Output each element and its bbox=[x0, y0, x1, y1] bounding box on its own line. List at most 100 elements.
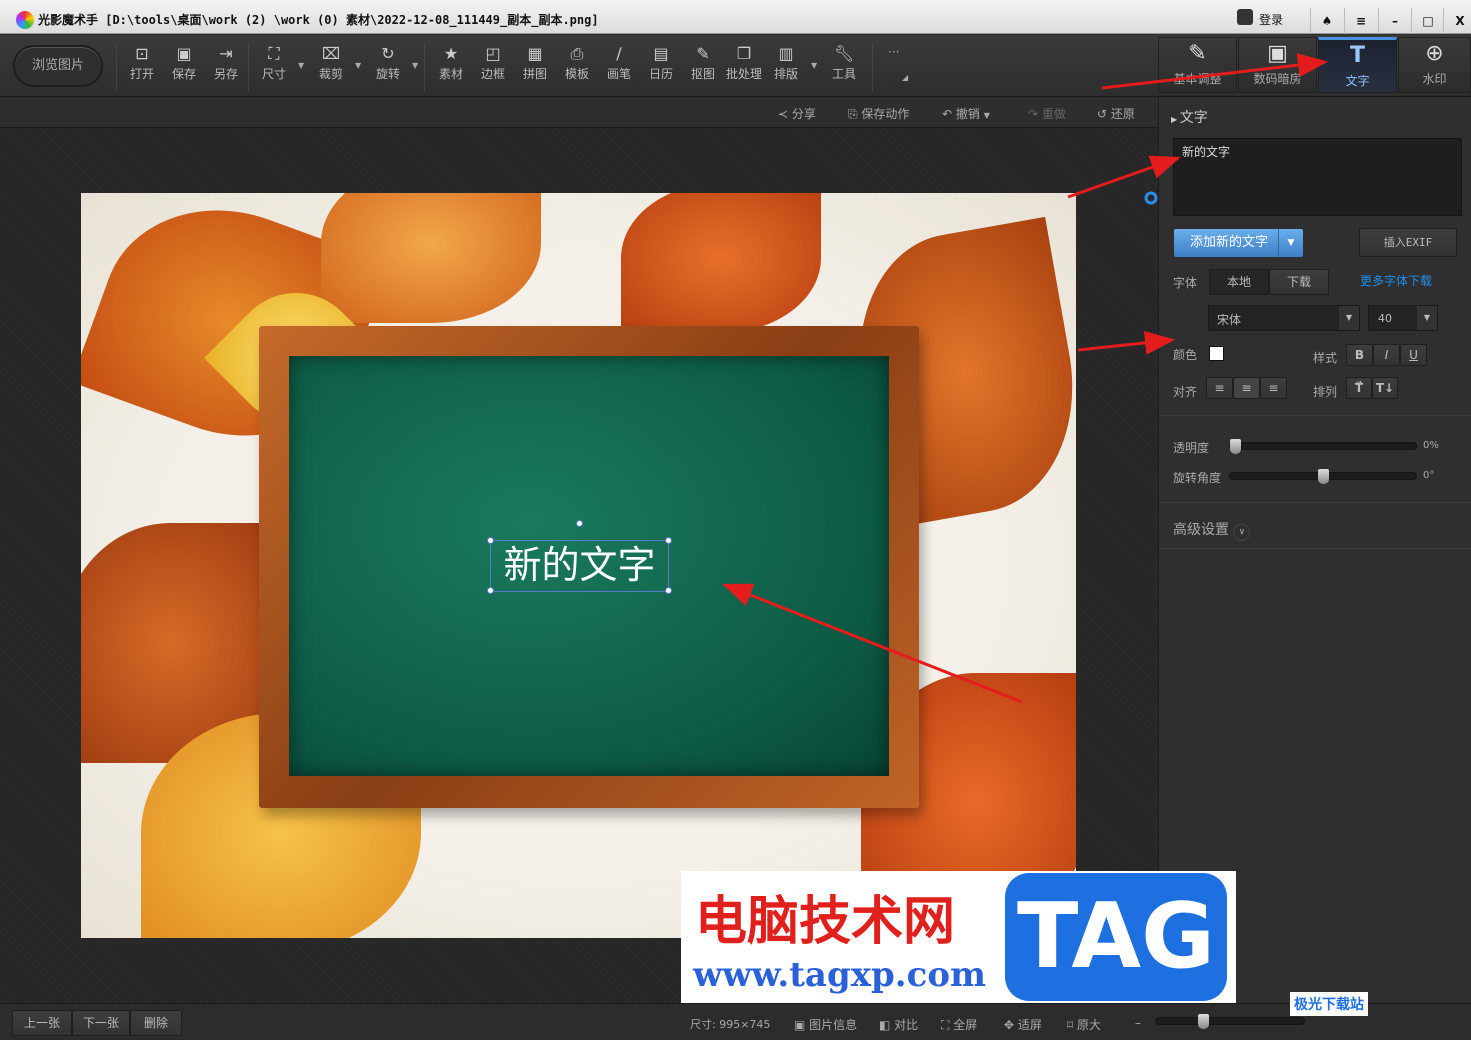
align-left-icon[interactable]: ≡ bbox=[1206, 377, 1233, 399]
border-button[interactable]: ◰ 边框 bbox=[473, 43, 513, 82]
tab-basic-adjust[interactable]: ✎ 基本调整 bbox=[1158, 37, 1237, 93]
crop-dropdown-icon[interactable]: ▼ bbox=[355, 61, 361, 70]
add-text-dropdown-icon[interactable]: ▼ bbox=[1278, 229, 1303, 257]
tools-button[interactable]: 🔧︎ 工具 bbox=[824, 43, 864, 82]
local-fonts-tab[interactable]: 本地 bbox=[1209, 269, 1269, 295]
open-button[interactable]: ⊡ 打开 bbox=[122, 43, 162, 82]
slider-thumb[interactable] bbox=[1230, 439, 1241, 454]
brush-button[interactable]: ∕ 画笔 bbox=[599, 43, 639, 82]
minimize-button[interactable]: – bbox=[1378, 8, 1411, 34]
layout-dropdown-icon[interactable]: ▼ bbox=[811, 61, 817, 70]
label: 批处理 bbox=[725, 67, 762, 81]
label: 适屏 bbox=[1017, 1018, 1042, 1032]
italic-button[interactable]: I bbox=[1373, 344, 1400, 366]
compare-button[interactable]: ◧ 对比 bbox=[879, 1016, 918, 1033]
maximize-button[interactable]: □ bbox=[1411, 8, 1444, 34]
arrange-label: 排列 bbox=[1313, 385, 1338, 399]
skin-icon[interactable]: ♠ bbox=[1310, 8, 1343, 34]
label: 打开 bbox=[129, 67, 154, 81]
rotate-dropdown-icon[interactable]: ▼ bbox=[412, 61, 418, 70]
label: 抠图 bbox=[690, 67, 715, 81]
label: 图片信息 bbox=[809, 1018, 858, 1032]
resize-icon: ⛶ bbox=[268, 44, 280, 63]
expand-icon[interactable]: ◢ bbox=[902, 73, 908, 82]
label: 40 bbox=[1378, 312, 1392, 325]
section-header[interactable]: ▶ 文字 bbox=[1171, 107, 1208, 127]
calendar-icon: ▤ bbox=[653, 44, 669, 63]
text-overlay[interactable]: 新的文字 bbox=[490, 540, 669, 592]
save-button[interactable]: ▣ 保存 bbox=[164, 43, 204, 82]
image-info-button[interactable]: ▣ 图片信息 bbox=[794, 1016, 857, 1033]
collage-button[interactable]: ▦ 拼图 bbox=[515, 43, 555, 82]
zoom-out-icon[interactable]: – bbox=[1135, 1016, 1141, 1030]
menu-icon[interactable]: ≡ bbox=[1344, 8, 1377, 34]
size-select[interactable]: 40 ▼ bbox=[1368, 305, 1438, 331]
image-size: 尺寸: 995×745 bbox=[690, 1018, 771, 1031]
vertical-text-icon[interactable]: T↓ bbox=[1372, 377, 1398, 399]
material-button[interactable]: ★ 素材 bbox=[431, 43, 471, 82]
label: 宋体 bbox=[1217, 313, 1242, 327]
text-input[interactable]: 新的文字 bbox=[1173, 138, 1462, 216]
close-button[interactable]: X bbox=[1443, 8, 1471, 34]
horizontal-text-icon[interactable]: T⃗ bbox=[1346, 377, 1372, 399]
rotate-icon: ↻ bbox=[381, 44, 395, 63]
tab-watermark[interactable]: ⊕ 水印 bbox=[1398, 37, 1471, 93]
more-fonts-link[interactable]: 更多字体下载 bbox=[1360, 272, 1432, 289]
download-fonts-tab[interactable]: 下载 bbox=[1269, 269, 1329, 295]
opacity-slider[interactable] bbox=[1229, 439, 1417, 454]
tab-darkroom[interactable]: ▣ 数码暗房 bbox=[1238, 37, 1317, 93]
restore-button[interactable]: ↺ 还原 bbox=[1097, 105, 1135, 122]
undo-button[interactable]: ↶ 撤销 ▼ bbox=[942, 105, 990, 122]
slider-thumb[interactable] bbox=[1318, 469, 1329, 484]
wrench-icon: 🔧︎ bbox=[833, 44, 855, 63]
template-button[interactable]: ⎙ 模板 bbox=[557, 43, 597, 82]
label: 高级设置 bbox=[1173, 522, 1229, 538]
resize-button[interactable]: ⛶ 尺寸 bbox=[254, 43, 294, 82]
login-link[interactable]: 登录 bbox=[1259, 11, 1283, 28]
zoom-slider[interactable] bbox=[1155, 1014, 1305, 1029]
layout-button[interactable]: ▥ 排版 bbox=[766, 43, 806, 82]
font-select[interactable]: 宋体 ▼ bbox=[1208, 305, 1360, 331]
next-button[interactable]: 下一张 bbox=[72, 1010, 130, 1036]
original-size-button[interactable]: ⌑ 原大 bbox=[1067, 1016, 1101, 1033]
browse-images-button[interactable]: 浏览图片 bbox=[13, 45, 103, 87]
bold-button[interactable]: B bbox=[1346, 344, 1373, 366]
status-bar: 上一张 下一张 删除 尺寸: 995×745 ▣ 图片信息 ◧ 对比 ⛶ 全屏 … bbox=[0, 992, 1471, 1040]
original-icon: ⌑ bbox=[1067, 1018, 1077, 1032]
color-swatch[interactable] bbox=[1209, 346, 1224, 361]
restore-icon: ↺ bbox=[1097, 107, 1111, 121]
fit-screen-button[interactable]: ✥ 适屏 bbox=[1004, 1016, 1042, 1033]
label: 日历 bbox=[648, 67, 673, 81]
insert-exif-button[interactable]: 插入EXIF bbox=[1359, 228, 1457, 257]
rotate-handle[interactable] bbox=[576, 520, 583, 527]
calendar-button[interactable]: ▤ 日历 bbox=[641, 43, 681, 82]
delete-button[interactable]: 删除 bbox=[130, 1010, 182, 1036]
save-action-button[interactable]: ⎘ 保存动作 bbox=[848, 105, 909, 122]
watermark-url: www.tagxp.com bbox=[693, 955, 986, 995]
rotate-slider[interactable] bbox=[1229, 469, 1417, 484]
undo-dropdown-icon[interactable]: ▼ bbox=[984, 111, 990, 120]
align-center-icon[interactable]: ≡ bbox=[1233, 377, 1260, 399]
align-right-icon[interactable]: ≡ bbox=[1260, 377, 1287, 399]
label: 尺寸 bbox=[261, 67, 286, 81]
rotate-button[interactable]: ↻ 旋转 bbox=[368, 43, 408, 82]
divider bbox=[1159, 548, 1471, 549]
save-as-button[interactable]: ⇥ 另存 bbox=[206, 43, 246, 82]
share-button[interactable]: ≺ 分享 bbox=[778, 105, 816, 122]
batch-button[interactable]: ❐ 批处理 bbox=[724, 43, 764, 82]
add-text-button[interactable]: 添加新的文字 ▼ bbox=[1174, 229, 1303, 257]
title-bar: 光影魔术手 [D:\tools\桌面\work (2) \work (0) 素材… bbox=[0, 0, 1471, 34]
advanced-settings[interactable]: 高级设置 ∨ bbox=[1173, 519, 1251, 541]
resize-dropdown-icon[interactable]: ▼ bbox=[298, 61, 304, 70]
label: 原大 bbox=[1076, 1018, 1101, 1032]
chevron-down-icon: ▼ bbox=[1417, 306, 1437, 330]
fullscreen-button[interactable]: ⛶ 全屏 bbox=[941, 1016, 977, 1033]
redo-button[interactable]: ↷ 重做 bbox=[1028, 105, 1066, 122]
tab-text[interactable]: T 文字 bbox=[1318, 37, 1397, 93]
underline-button[interactable]: U bbox=[1400, 344, 1427, 366]
more-button[interactable]: ··· bbox=[888, 45, 899, 59]
prev-button[interactable]: 上一张 bbox=[12, 1010, 72, 1036]
cutout-button[interactable]: ✎ 抠图 bbox=[683, 43, 723, 82]
slider-thumb[interactable] bbox=[1198, 1014, 1209, 1029]
crop-button[interactable]: ⌧ 裁剪 bbox=[311, 43, 351, 82]
